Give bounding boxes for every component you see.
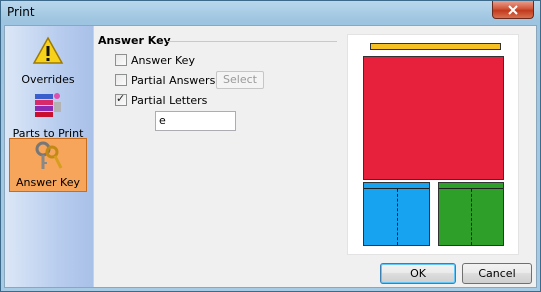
preview-fold-line bbox=[471, 189, 472, 245]
print-dialog: Print Overrides Parts to Print Answer Ke… bbox=[0, 0, 541, 292]
sidebar-item-answer-key[interactable]: Answer Key bbox=[9, 138, 87, 192]
group-title: Answer Key bbox=[98, 34, 174, 47]
answer-key-label: Answer Key bbox=[131, 53, 195, 67]
close-icon bbox=[508, 4, 518, 15]
preview-right-region bbox=[438, 182, 504, 246]
dialog-body: Overrides Parts to Print Answer Key Answ… bbox=[4, 25, 537, 288]
partial-letters-checkbox[interactable] bbox=[115, 92, 127, 106]
ok-button[interactable]: OK bbox=[380, 263, 456, 284]
warning-icon bbox=[32, 36, 64, 64]
group-divider bbox=[167, 41, 337, 42]
sidebar-item-label: Overrides bbox=[21, 73, 75, 86]
answer-key-checkbox[interactable] bbox=[115, 54, 127, 66]
partial-answers-option[interactable]: Partial Answers bbox=[115, 73, 215, 87]
window-title: Print bbox=[7, 5, 35, 19]
partial-answers-label: Partial Answers bbox=[131, 73, 216, 87]
preview-fold-line bbox=[396, 189, 398, 245]
close-button[interactable] bbox=[492, 1, 534, 19]
partial-letters-input[interactable]: e bbox=[155, 111, 236, 131]
cancel-button[interactable]: Cancel bbox=[462, 263, 532, 284]
partial-letters-option[interactable]: Partial Letters bbox=[115, 92, 208, 107]
partial-letters-label: Partial Letters bbox=[131, 93, 208, 107]
preview-header-bar bbox=[370, 43, 501, 50]
preview-main-region bbox=[363, 56, 504, 180]
page-preview bbox=[347, 34, 519, 255]
preview-left-region bbox=[363, 182, 430, 246]
title-bar: Print bbox=[1, 1, 540, 23]
sidebar-item-label: Answer Key bbox=[16, 176, 80, 189]
sidebar: Overrides Parts to Print Answer Key bbox=[5, 26, 94, 287]
answer-key-option[interactable]: Answer Key bbox=[115, 53, 195, 67]
parts-stack-icon bbox=[35, 93, 61, 117]
partial-answers-checkbox[interactable] bbox=[115, 74, 127, 86]
sidebar-item-overrides[interactable]: Overrides bbox=[9, 34, 87, 88]
sidebar-item-parts-to-print[interactable]: Parts to Print bbox=[9, 88, 87, 142]
select-button[interactable]: Select bbox=[216, 71, 264, 89]
keys-icon bbox=[35, 141, 63, 169]
